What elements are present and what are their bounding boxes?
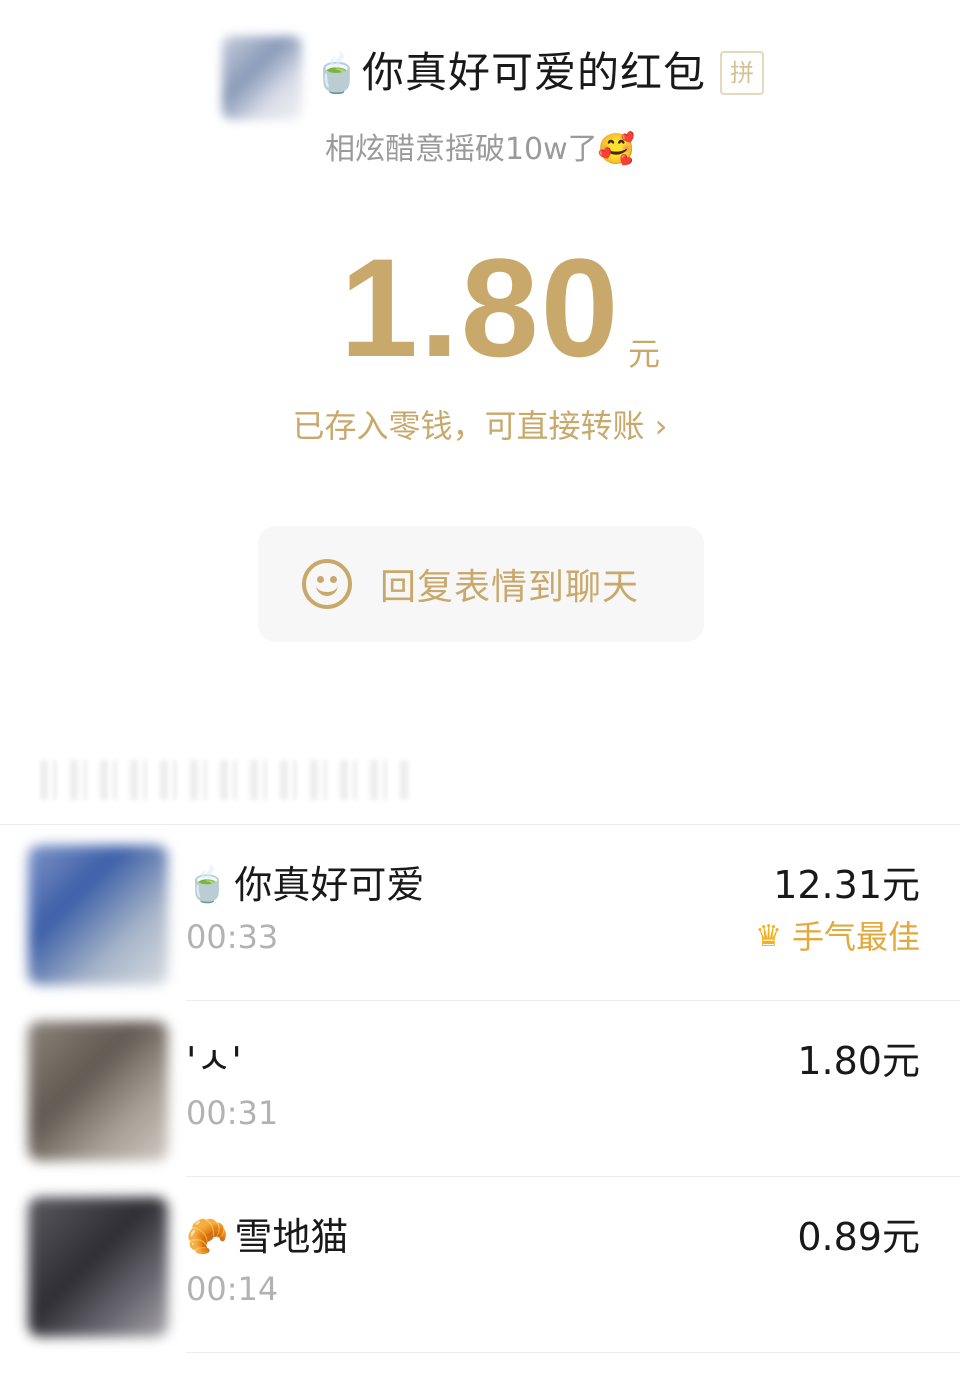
tea-emoji-icon: 🍵 [186, 865, 229, 905]
page-title: 你真好可爱的红包 [362, 48, 707, 97]
best-luck-badge: ♛ 手气最佳 [755, 917, 920, 957]
avatar[interactable] [28, 1021, 168, 1161]
recipient-name: 'ㅅ' [186, 1037, 242, 1085]
tea-emoji-icon: 🍵 [313, 51, 361, 95]
stored-to-balance-link[interactable]: 已存入零钱，可直接转账 › [0, 404, 960, 448]
red-packet-header: 🍵 你真好可爱的红包 拼 相炫醋意摇破10w了🥰 [0, 28, 960, 167]
title-row: 🍵 你真好可爱的红包 拼 [312, 48, 765, 98]
crown-icon: ♛ [755, 919, 782, 954]
amount-unit: 元 [628, 335, 661, 373]
avatar[interactable] [28, 1197, 168, 1337]
packet-message: 相炫醋意摇破10w了🥰 [324, 132, 636, 167]
amount-display: 1.80 元 [0, 238, 960, 378]
list-item[interactable]: 🥐 雪地猫 00:14 0.89元 [0, 1177, 960, 1353]
recipient-name-text: 雪地猫 [234, 1215, 349, 1259]
receive-time: 00:33 [186, 918, 279, 956]
recipient-name-text: 'ㅅ' [186, 1039, 242, 1083]
best-luck-label: 手气最佳 [791, 918, 920, 956]
received-amount: 0.89元 [797, 1215, 920, 1259]
amount-value: 1.80 [340, 229, 621, 386]
recipient-name-text: 你真好可爱 [234, 863, 425, 907]
recipient-name: 🍵 你真好可爱 [186, 861, 424, 909]
recipient-name: 🥐 雪地猫 [186, 1213, 348, 1261]
croissant-emoji-icon: 🥐 [186, 1217, 229, 1257]
avatar[interactable] [28, 845, 168, 985]
reply-sticker-button[interactable]: 回复表情到聊天 [258, 526, 704, 642]
smiley-icon [302, 559, 352, 609]
reply-sticker-label: 回复表情到聊天 [380, 567, 640, 608]
received-amount: 1.80元 [797, 1039, 920, 1083]
receive-summary-redacted [40, 760, 410, 800]
receive-time: 00:14 [186, 1270, 279, 1308]
recipient-list: 🍵 你真好可爱 00:33 12.31元 ♛ 手气最佳 'ㅅ' 00:31 1.… [0, 825, 960, 1353]
sender-avatar[interactable] [222, 36, 302, 120]
list-item[interactable]: 🍵 你真好可爱 00:33 12.31元 ♛ 手气最佳 [0, 825, 960, 1001]
received-amount: 12.31元 [773, 863, 920, 907]
group-packet-badge: 拼 [720, 51, 765, 95]
receive-time: 00:31 [186, 1094, 279, 1132]
list-item[interactable]: 'ㅅ' 00:31 1.80元 [0, 1001, 960, 1177]
divider [186, 1352, 960, 1353]
